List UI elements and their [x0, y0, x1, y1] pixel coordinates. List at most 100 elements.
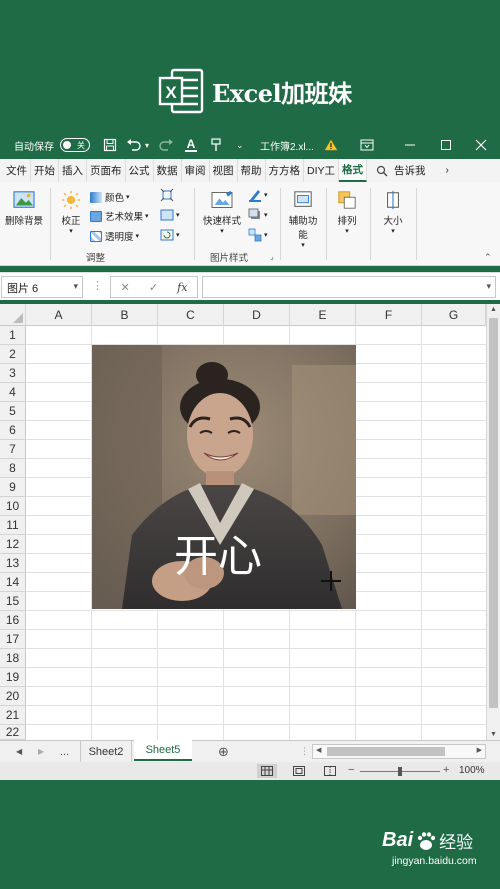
tab-insert[interactable]: 插入 — [59, 159, 87, 182]
picture-border-icon[interactable]: ▾ — [248, 188, 267, 202]
minimize-icon[interactable] — [404, 132, 416, 158]
add-sheet-button[interactable]: ⊕ — [218, 741, 229, 762]
worksheet[interactable]: A B C D E F G 1 2 3 4 5 6 7 8 9 10 11 12… — [0, 304, 500, 740]
expand-formula-icon[interactable]: ▾ — [486, 281, 491, 292]
column-header[interactable]: B — [92, 304, 158, 326]
row-header[interactable]: 1 — [0, 326, 26, 345]
row-header[interactable]: 14 — [0, 573, 26, 592]
zoom-slider-thumb[interactable] — [398, 767, 402, 776]
picture-effects-icon[interactable]: ▾ — [248, 208, 267, 222]
row-header[interactable]: 18 — [0, 649, 26, 668]
column-header[interactable]: A — [26, 304, 92, 326]
autosave-toggle[interactable]: 关 — [60, 132, 90, 158]
tab-formulas[interactable]: 公式 — [126, 159, 154, 182]
inserted-picture[interactable]: 开心 — [92, 345, 356, 609]
sheet-tab-sheet5[interactable]: Sheet5 — [134, 740, 192, 761]
compress-pictures-icon[interactable] — [160, 188, 174, 202]
tab-format[interactable]: 格式 — [339, 159, 368, 182]
scroll-right-icon[interactable]: ▶ — [477, 746, 482, 754]
reset-picture-icon[interactable]: ▾ — [160, 228, 179, 242]
column-header[interactable]: D — [224, 304, 290, 326]
change-picture-icon[interactable]: ▾ — [160, 208, 179, 222]
page-break-view-icon[interactable] — [322, 764, 338, 778]
row-header[interactable]: 22 — [0, 725, 26, 740]
row-header[interactable]: 8 — [0, 459, 26, 478]
tab-file[interactable]: 文件 — [0, 159, 31, 182]
prev-sheet-icon[interactable]: ◀ — [16, 741, 22, 762]
size-button[interactable]: 大小 ▾ — [376, 190, 410, 235]
tell-me-search[interactable]: 告诉我 — [391, 159, 429, 182]
font-color-icon[interactable]: A — [184, 132, 198, 158]
save-icon[interactable] — [103, 132, 117, 158]
row-header[interactable]: 7 — [0, 440, 26, 459]
name-box[interactable]: 图片 6 ▾ — [1, 276, 83, 298]
remove-background-button[interactable]: 删除背景 — [4, 190, 44, 227]
scroll-down-icon[interactable]: ▼ — [490, 731, 497, 738]
next-sheet-icon[interactable]: ▶ — [38, 741, 44, 762]
column-header[interactable]: F — [356, 304, 422, 326]
color-button[interactable]: 颜色 ▾ — [90, 190, 129, 204]
close-icon[interactable] — [475, 132, 487, 158]
cancel-icon[interactable]: ✕ — [121, 281, 130, 294]
maximize-icon[interactable] — [440, 132, 452, 158]
undo-dropdown-icon[interactable]: ▾ — [145, 132, 149, 158]
tab-page-layout[interactable]: 页面布 — [87, 159, 126, 182]
ribbon-collapse-icon[interactable]: › — [443, 159, 452, 182]
row-header[interactable]: 5 — [0, 402, 26, 421]
scroll-up-icon[interactable]: ▲ — [490, 306, 497, 313]
page-layout-view-icon[interactable] — [291, 764, 307, 778]
picture-layout-icon[interactable]: ▾ — [248, 228, 267, 242]
row-header[interactable]: 12 — [0, 535, 26, 554]
row-header[interactable]: 17 — [0, 630, 26, 649]
artistic-effects-button[interactable]: 艺术效果 ▾ — [90, 209, 148, 223]
row-header[interactable]: 16 — [0, 611, 26, 630]
transparency-button[interactable]: 透明度 ▾ — [90, 229, 139, 243]
row-header[interactable]: 2 — [0, 345, 26, 364]
row-header[interactable]: 4 — [0, 383, 26, 402]
row-header[interactable]: 9 — [0, 478, 26, 497]
select-all-corner[interactable] — [0, 304, 26, 326]
dialog-launcher-icon[interactable]: ⌟ — [270, 252, 274, 261]
formula-input[interactable]: ▾ — [202, 276, 496, 298]
horizontal-scrollbar[interactable]: ◀ ▶ — [312, 744, 486, 759]
scroll-left-icon[interactable]: ◀ — [316, 746, 321, 754]
row-header[interactable]: 11 — [0, 516, 26, 535]
row-header[interactable]: 6 — [0, 421, 26, 440]
scroll-thumb[interactable] — [327, 747, 445, 756]
insert-function-icon[interactable]: fx — [177, 281, 187, 294]
collapse-ribbon-icon[interactable]: ⌃ — [484, 252, 492, 263]
column-header[interactable]: E — [290, 304, 356, 326]
redo-icon[interactable] — [158, 132, 174, 158]
tab-diy[interactable]: DIY工 — [304, 159, 340, 182]
format-painter-icon[interactable] — [210, 132, 222, 158]
accessibility-button[interactable]: 辅助功 能 ▾ — [286, 190, 320, 249]
enter-icon[interactable]: ✓ — [149, 281, 158, 294]
row-header[interactable]: 15 — [0, 592, 26, 611]
zoom-out-button[interactable]: − — [348, 764, 354, 776]
row-header[interactable]: 10 — [0, 497, 26, 516]
row-header[interactable]: 3 — [0, 364, 26, 383]
scroll-thumb[interactable] — [489, 318, 498, 708]
customize-qat-icon[interactable]: ⌄ — [236, 132, 244, 158]
row-header[interactable]: 21 — [0, 706, 26, 725]
tab-splitter-icon[interactable]: ⋮ — [300, 741, 309, 762]
normal-view-icon[interactable] — [257, 764, 277, 778]
zoom-in-button[interactable]: + — [443, 764, 449, 776]
row-header[interactable]: 20 — [0, 687, 26, 706]
tab-data[interactable]: 数据 — [154, 159, 182, 182]
tab-home[interactable]: 开始 — [31, 159, 59, 182]
tab-review[interactable]: 审阅 — [182, 159, 210, 182]
zoom-level[interactable]: 100% — [459, 765, 485, 776]
corrections-button[interactable]: 校正 ▾ — [56, 190, 86, 235]
row-header[interactable]: 13 — [0, 554, 26, 573]
sheet-ellipsis[interactable]: ... — [60, 741, 69, 762]
tab-help[interactable]: 帮助 — [238, 159, 266, 182]
warning-icon[interactable] — [324, 132, 338, 158]
vertical-scrollbar[interactable]: ▲ ▼ — [486, 304, 500, 740]
column-header[interactable]: C — [158, 304, 224, 326]
tab-view[interactable]: 视图 — [210, 159, 238, 182]
tab-ffgz[interactable]: 方方格 — [266, 159, 304, 182]
ribbon-display-icon[interactable] — [360, 132, 374, 158]
sheet-tab-sheet2[interactable]: Sheet2 — [80, 741, 132, 762]
chevron-down-icon[interactable]: ▾ — [73, 281, 78, 292]
